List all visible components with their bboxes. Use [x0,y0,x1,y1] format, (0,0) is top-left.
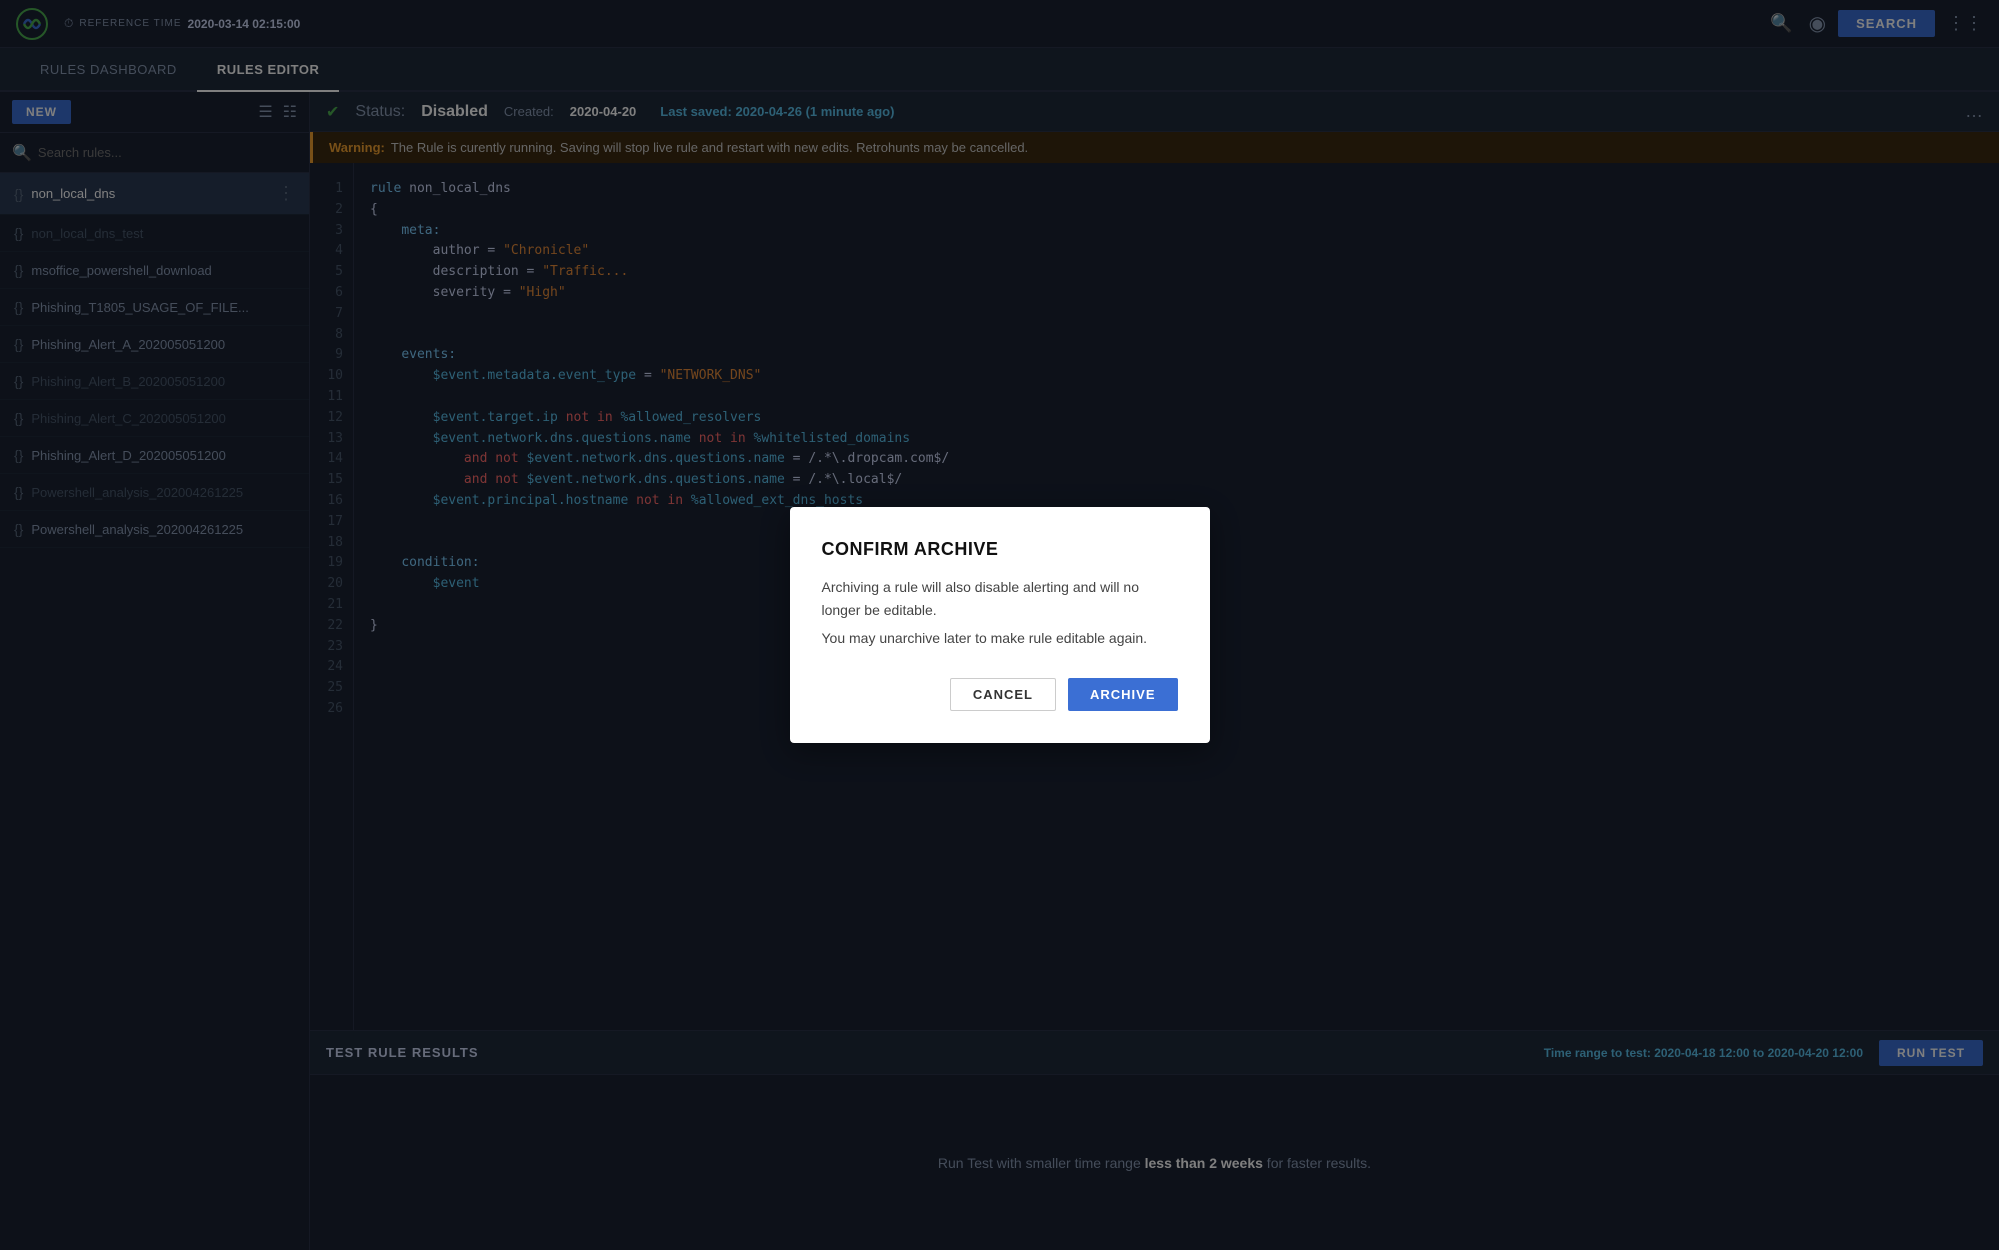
dialog-body-line1: Archiving a rule will also disable alert… [822,576,1178,621]
archive-button[interactable]: ARCHIVE [1068,678,1178,711]
dialog-body: Archiving a rule will also disable alert… [822,576,1178,649]
cancel-button[interactable]: CANCEL [950,678,1056,711]
dialog-title: CONFIRM ARCHIVE [822,539,1178,560]
dialog-actions: CANCEL ARCHIVE [822,678,1178,711]
dialog-body-line2: You may unarchive later to make rule edi… [822,627,1178,649]
confirm-archive-dialog: CONFIRM ARCHIVE Archiving a rule will al… [790,507,1210,742]
modal-overlay: CONFIRM ARCHIVE Archiving a rule will al… [0,0,1999,1250]
